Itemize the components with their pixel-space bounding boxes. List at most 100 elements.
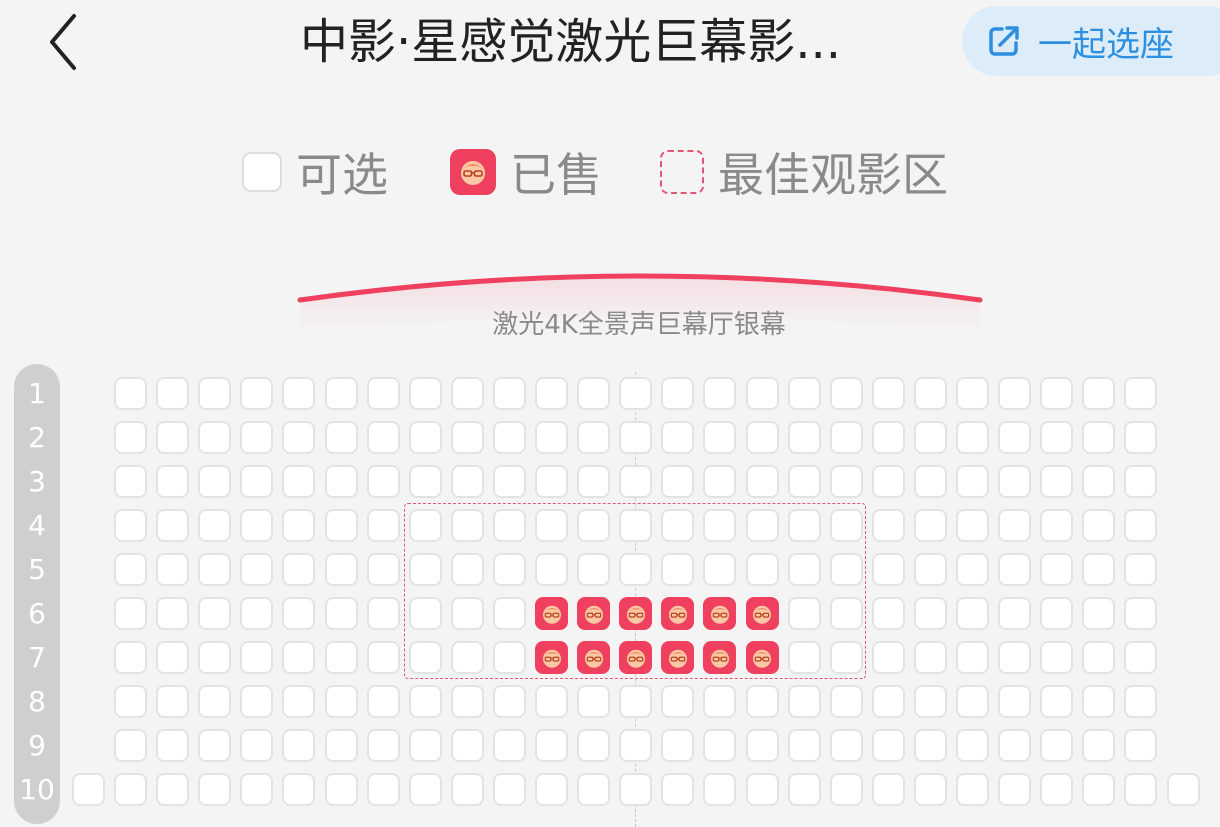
seat-available[interactable] <box>408 553 442 586</box>
seat-available[interactable] <box>408 729 442 762</box>
seat-available[interactable] <box>1082 773 1116 806</box>
seat-available[interactable] <box>282 421 316 454</box>
seat-available[interactable] <box>240 729 274 762</box>
seat-available[interactable] <box>1040 597 1074 630</box>
seat-available[interactable] <box>492 465 526 498</box>
seat-available[interactable] <box>156 465 190 498</box>
seat-available[interactable] <box>1040 553 1074 586</box>
seat-available[interactable] <box>114 465 147 498</box>
seat-available[interactable] <box>1124 641 1158 674</box>
seat-available[interactable] <box>956 729 989 762</box>
seat-available[interactable] <box>703 553 737 586</box>
seat-available[interactable] <box>114 641 147 674</box>
seat-available[interactable] <box>1040 377 1074 410</box>
seat-available[interactable] <box>577 421 611 454</box>
seat-available[interactable] <box>1124 553 1158 586</box>
seat-available[interactable] <box>1040 641 1074 674</box>
seat-available[interactable] <box>703 421 737 454</box>
seat-available[interactable] <box>829 509 863 542</box>
seat-available[interactable] <box>998 729 1032 762</box>
seat-available[interactable] <box>366 465 400 498</box>
seat-available[interactable] <box>745 773 779 806</box>
seat-available[interactable] <box>366 553 400 586</box>
seat-available[interactable] <box>829 553 863 586</box>
seat-available[interactable] <box>492 685 526 718</box>
seat-available[interactable] <box>408 509 442 542</box>
seat-available[interactable] <box>282 377 316 410</box>
seat-available[interactable] <box>492 773 526 806</box>
seat-available[interactable] <box>745 729 779 762</box>
back-button[interactable] <box>34 12 94 72</box>
seat-available[interactable] <box>282 597 316 630</box>
seat-available[interactable] <box>956 597 989 630</box>
seat-available[interactable] <box>745 553 779 586</box>
seat-available[interactable] <box>956 641 989 674</box>
seat-available[interactable] <box>829 729 863 762</box>
seat-available[interactable] <box>535 465 568 498</box>
seat-available[interactable] <box>114 685 147 718</box>
seat-available[interactable] <box>1124 509 1158 542</box>
seat-available[interactable] <box>198 597 232 630</box>
seat-available[interactable] <box>198 773 232 806</box>
seat-available[interactable] <box>998 641 1032 674</box>
seat-available[interactable] <box>745 465 779 498</box>
seat-available[interactable] <box>787 421 821 454</box>
seat-available[interactable] <box>998 597 1032 630</box>
seat-available[interactable] <box>1124 773 1158 806</box>
seat-available[interactable] <box>114 421 147 454</box>
seat-available[interactable] <box>787 685 821 718</box>
seat-available[interactable] <box>871 421 905 454</box>
seat-available[interactable] <box>240 553 274 586</box>
seat-available[interactable] <box>282 465 316 498</box>
seat-available[interactable] <box>198 641 232 674</box>
seat-available[interactable] <box>913 377 947 410</box>
seat-available[interactable] <box>1082 597 1116 630</box>
seat-available[interactable] <box>282 773 316 806</box>
seat-available[interactable] <box>492 509 526 542</box>
seat-available[interactable] <box>1040 685 1074 718</box>
seat-available[interactable] <box>913 729 947 762</box>
seat-available[interactable] <box>577 509 611 542</box>
seat-available[interactable] <box>871 729 905 762</box>
seat-available[interactable] <box>114 377 147 410</box>
seat-available[interactable] <box>156 773 190 806</box>
seat-available[interactable] <box>913 465 947 498</box>
seat-available[interactable] <box>198 553 232 586</box>
seat-available[interactable] <box>1082 377 1116 410</box>
seat-available[interactable] <box>703 685 737 718</box>
seat-available[interactable] <box>1124 421 1158 454</box>
seat-available[interactable] <box>366 377 400 410</box>
seat-available[interactable] <box>366 421 400 454</box>
seat-available[interactable] <box>871 465 905 498</box>
seat-available[interactable] <box>1082 553 1116 586</box>
seat-available[interactable] <box>282 509 316 542</box>
seat-available[interactable] <box>492 377 526 410</box>
seat-available[interactable] <box>450 421 484 454</box>
seat-available[interactable] <box>956 773 989 806</box>
seat-available[interactable] <box>829 773 863 806</box>
seat-available[interactable] <box>787 729 821 762</box>
seat-available[interactable] <box>535 685 568 718</box>
seat-available[interactable] <box>240 509 274 542</box>
seat-available[interactable] <box>913 509 947 542</box>
seat-available[interactable] <box>956 377 989 410</box>
seat-available[interactable] <box>703 729 737 762</box>
seat-available[interactable] <box>535 377 568 410</box>
seat-available[interactable] <box>619 509 653 542</box>
seat-available[interactable] <box>156 597 190 630</box>
seat-available[interactable] <box>913 597 947 630</box>
seat-available[interactable] <box>114 773 147 806</box>
seat-available[interactable] <box>240 641 274 674</box>
seat-available[interactable] <box>324 597 358 630</box>
seat-available[interactable] <box>492 597 526 630</box>
seat-available[interactable] <box>324 509 358 542</box>
seat-available[interactable] <box>324 729 358 762</box>
seat-available[interactable] <box>324 421 358 454</box>
seat-available[interactable] <box>240 465 274 498</box>
seat-available[interactable] <box>366 509 400 542</box>
seat-available[interactable] <box>156 685 190 718</box>
seat-available[interactable] <box>998 377 1032 410</box>
seat-available[interactable] <box>114 553 147 586</box>
seat-available[interactable] <box>450 377 484 410</box>
seat-available[interactable] <box>1040 509 1074 542</box>
